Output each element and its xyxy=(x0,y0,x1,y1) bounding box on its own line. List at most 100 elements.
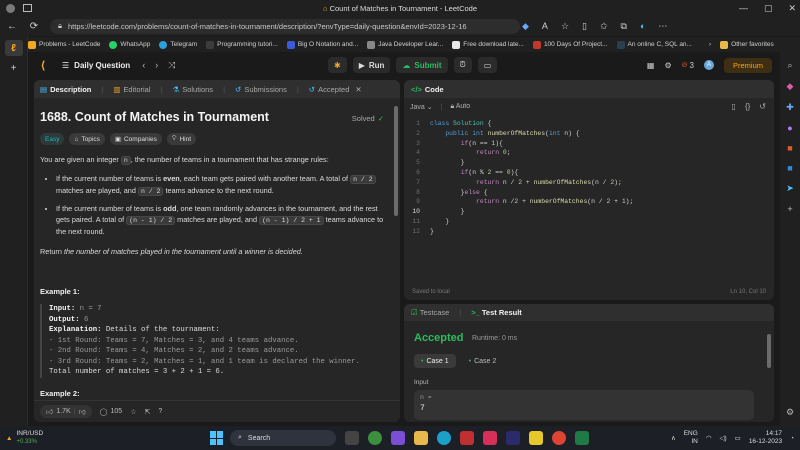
copilot-icon[interactable]: ◐ xyxy=(640,21,645,31)
code-line[interactable]: 7 return n / 2 + numberOfMatches(n / 2); xyxy=(404,179,774,189)
notifications-icon[interactable]: ◔ xyxy=(790,435,794,442)
code-area[interactable]: 1 class Solution {2 public int numberOfMa… xyxy=(404,120,774,238)
minimize-icon[interactable]: — xyxy=(739,3,748,14)
chrome-icon[interactable] xyxy=(368,431,382,445)
reset-icon[interactable]: ↺ xyxy=(759,102,766,111)
extension-icon[interactable]: ◆ xyxy=(522,21,529,32)
edge-icon[interactable] xyxy=(437,431,451,445)
case-1-tab[interactable]: • Case 1 xyxy=(414,354,456,368)
code-line[interactable]: 2 public int numberOfMatches(int n) { xyxy=(404,130,774,140)
favorites-icon[interactable]: ✩ xyxy=(600,21,608,32)
profile-icon[interactable] xyxy=(6,3,15,13)
windows-start-icon[interactable] xyxy=(210,431,224,445)
sticky-notes-icon[interactable] xyxy=(529,431,543,445)
search-icon[interactable]: ⌕ xyxy=(787,60,792,71)
topics-chip[interactable]: ⌂ Topics xyxy=(69,133,105,145)
sidebar-settings-icon[interactable]: ⚙ xyxy=(786,407,794,418)
tab-editorial[interactable]: ▥ Editorial xyxy=(113,85,150,94)
battery-icon[interactable]: ▭ xyxy=(735,434,741,442)
taskbar-search[interactable]: ⌕ Search xyxy=(230,430,336,446)
tab-test-result[interactable]: >_ Test Result xyxy=(471,308,522,317)
tabs-icon[interactable] xyxy=(23,4,32,12)
comments-button[interactable]: ◯ 105 xyxy=(100,408,123,416)
bookmark-problems-leetcode[interactable]: Problems - LeetCode xyxy=(28,40,100,49)
intellij-icon[interactable] xyxy=(506,431,520,445)
app-icon[interactable] xyxy=(483,431,497,445)
bookmark-big-o-notation[interactable]: Big O Notation and... xyxy=(286,40,358,49)
tools-icon[interactable]: ✚ xyxy=(786,102,794,113)
code-line[interactable]: 6 if(n % 2 == 0){ xyxy=(404,169,774,179)
back-icon[interactable]: ← xyxy=(6,21,18,32)
collections-icon[interactable]: ⧉ xyxy=(621,21,627,32)
file-explorer-icon[interactable] xyxy=(414,431,428,445)
tab-testcase[interactable]: ☑ Testcase xyxy=(411,308,449,317)
volume-icon[interactable]: ◁) xyxy=(719,434,726,442)
shuffle-icon[interactable]: ⤨ xyxy=(168,60,175,71)
stock-widget[interactable]: ▲ INR/USD +0.33% xyxy=(6,430,43,446)
next-problem-icon[interactable]: › xyxy=(155,60,158,71)
language-select[interactable]: Java ⌄ xyxy=(410,103,433,111)
hint-chip[interactable]: 💡︎ Hint xyxy=(166,133,196,145)
companies-chip[interactable]: ▣ Companies xyxy=(109,133,162,145)
other-favorites[interactable]: Other favorites xyxy=(720,40,774,49)
leetcode-logo-icon[interactable]: ⟨ xyxy=(36,58,50,72)
settings-gear-icon[interactable]: ⚙ xyxy=(664,61,671,70)
split-screen-icon[interactable]: ▯ xyxy=(582,21,587,32)
tab-description[interactable]: ▤ Description xyxy=(40,85,91,94)
share-icon[interactable]: ⇱ xyxy=(144,408,150,416)
tab-accepted[interactable]: ↺ Accepted ✕ xyxy=(309,85,362,94)
refresh-icon[interactable]: ⟳ xyxy=(28,21,40,32)
menu-dots-icon[interactable]: ⋯ xyxy=(658,21,667,32)
photos-icon[interactable] xyxy=(460,431,474,445)
notes-button[interactable]: ▭ xyxy=(477,57,498,73)
outlook-icon[interactable]: ■ xyxy=(787,163,792,173)
code-line[interactable]: 8 }else { xyxy=(404,189,774,199)
office-icon[interactable]: ■ xyxy=(787,143,792,153)
code-line[interactable]: 1 class Solution { xyxy=(404,120,774,130)
code-line[interactable]: 12} xyxy=(404,228,774,238)
bookmark-whatsapp[interactable]: WhatsApp xyxy=(109,40,150,49)
bookmark-online-c-sql[interactable]: An online C, SQL an... xyxy=(616,40,692,49)
favorite-star-icon[interactable]: ☆ xyxy=(561,21,569,32)
close-tab-icon[interactable]: ✕ xyxy=(355,85,361,94)
vertical-tab-leetcode[interactable]: ℓ xyxy=(4,40,23,56)
timer-button[interactable]: ⏰︎ xyxy=(453,57,472,73)
url-field[interactable]: 🔒︎ https://leetcode.com/problems/count-o… xyxy=(50,18,520,34)
premium-button[interactable]: Premium xyxy=(723,57,772,73)
close-icon[interactable]: ✕ xyxy=(788,3,796,14)
code-line[interactable]: 10 } xyxy=(404,208,774,218)
clock[interactable]: 14:17 16-12-2023 xyxy=(749,430,782,446)
prev-problem-icon[interactable]: ‹ xyxy=(142,60,145,71)
new-tab-button[interactable]: + xyxy=(5,60,23,76)
tab-solutions[interactable]: ⚗ Solutions xyxy=(172,85,213,94)
wifi-icon[interactable]: ◠ xyxy=(706,434,712,442)
submit-button[interactable]: ☁ Submit xyxy=(396,57,448,73)
daily-question-link[interactable]: ☰ Daily Question xyxy=(62,61,130,70)
code-line[interactable]: 5 } xyxy=(404,159,774,169)
layout-icon[interactable]: ▦ xyxy=(647,61,655,70)
language-indicator[interactable]: ENG IN xyxy=(684,430,698,446)
bookmark-telegram[interactable]: Telegram xyxy=(159,40,197,49)
add-icon[interactable]: + xyxy=(787,204,792,214)
run-button[interactable]: ▶ Run xyxy=(352,57,391,73)
shopping-icon[interactable]: ◆ xyxy=(787,81,794,92)
reader-icon[interactable]: A xyxy=(542,21,548,31)
excel-icon[interactable] xyxy=(575,431,589,445)
bookmark-100-days-of-projects[interactable]: 100 Days Of Project... xyxy=(532,40,608,49)
braces-icon[interactable]: {} xyxy=(745,102,750,111)
auto-mode-toggle[interactable]: 🔒︎ Auto xyxy=(450,103,470,111)
bookmark-free-download[interactable]: Free download late... xyxy=(452,40,524,49)
bookmark-programming-tutorials[interactable]: Programming tutori... xyxy=(206,40,278,49)
maximize-icon[interactable]: ▢ xyxy=(764,3,773,14)
case-2-tab[interactable]: • Case 2 xyxy=(462,354,504,368)
streak-counter[interactable]: 🔥︎ 3 xyxy=(682,60,694,70)
description-scrollbar[interactable] xyxy=(394,106,398,216)
like-button[interactable]: 👍︎ 1.7K | 👎︎ xyxy=(40,405,92,418)
code-line[interactable]: 4 return 0; xyxy=(404,149,774,159)
avatar[interactable]: A xyxy=(703,60,714,70)
debug-button[interactable]: ✱ xyxy=(328,57,347,73)
bookmark-icon[interactable]: ▯ xyxy=(732,102,736,111)
difficulty-badge[interactable]: Easy xyxy=(40,133,65,145)
code-line[interactable]: 3 if(n == 1){ xyxy=(404,140,774,150)
favorite-star-icon[interactable]: ☆ xyxy=(130,408,136,416)
